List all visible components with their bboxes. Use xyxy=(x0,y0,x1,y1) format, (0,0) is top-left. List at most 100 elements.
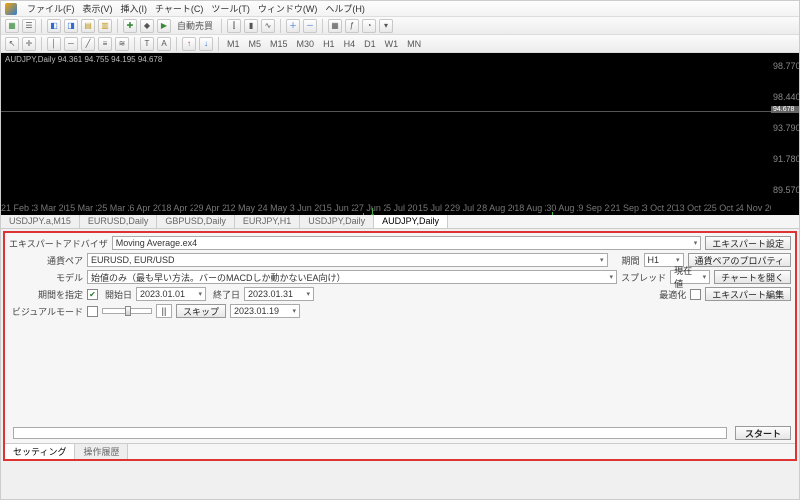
ylabel: 98.770 xyxy=(773,61,797,71)
new-chart-icon[interactable]: ▦ xyxy=(5,19,19,33)
trendline-icon[interactable]: ╱ xyxy=(81,37,95,51)
hline-icon[interactable]: ─ xyxy=(64,37,78,51)
periods-icon[interactable]: ◔ xyxy=(362,19,376,33)
chart-tab[interactable]: EURUSD,Daily xyxy=(80,215,158,228)
skip-date-input[interactable]: 2023.01.19 xyxy=(230,304,300,318)
tf-m5[interactable]: M5 xyxy=(246,39,265,49)
fibo-icon[interactable]: ≋ xyxy=(115,37,129,51)
autotrade-label: 自動売買 xyxy=(174,19,216,32)
menu-chart[interactable]: チャート(C) xyxy=(155,2,203,15)
daterange-label: 期間を指定 xyxy=(9,288,83,301)
expert-edit-button[interactable]: エキスパート編集 xyxy=(705,287,791,301)
tester-icon[interactable]: ▥ xyxy=(98,19,112,33)
menu-help[interactable]: ヘルプ(H) xyxy=(325,2,365,15)
skip-button[interactable]: スキップ xyxy=(176,304,226,318)
progress-bar xyxy=(13,427,727,439)
to-date-input[interactable]: 2023.01.31 xyxy=(244,287,314,301)
indicators-icon[interactable]: ƒ xyxy=(345,19,359,33)
daterange-checkbox[interactable]: ✔ xyxy=(87,289,98,300)
open-chart-button[interactable]: チャートを開く xyxy=(714,270,791,284)
arrow-down-icon[interactable]: ↓ xyxy=(199,37,213,51)
toolbar-main: ▦ ☰ ◧ ◨ ▤ ▥ ✚ ◆ ▶ 自動売買 ⫿ ▮ ∿ ＋ － ▦ ƒ ◔ ▾ xyxy=(1,17,799,35)
toolbar-draw: ↖ ✛ │ ─ ╱ ≡ ≋ T A ↑ ↓ M1 M5 M15 M30 H1 H… xyxy=(1,35,799,53)
vline-icon[interactable]: │ xyxy=(47,37,61,51)
label-icon[interactable]: A xyxy=(157,37,171,51)
line-chart-icon[interactable]: ∿ xyxy=(261,19,275,33)
model-combo[interactable]: 始値のみ（最も早い方法。バーのMACDしか動かないEA向け） xyxy=(87,270,617,284)
templates-icon[interactable]: ▾ xyxy=(379,19,393,33)
menu-bar: ファイル(F) 表示(V) 挿入(I) チャート(C) ツール(T) ウィンドウ… xyxy=(1,1,799,17)
ylabel: 89.570 xyxy=(773,185,797,195)
pair-label: 通貨ペア xyxy=(9,254,83,267)
bar-chart-icon[interactable]: ⫿ xyxy=(227,19,241,33)
menu-window[interactable]: ウィンドウ(W) xyxy=(258,2,318,15)
x-axis: 21 Feb 20223 Mar 202215 Mar 202225 Mar 2… xyxy=(1,203,771,215)
optimize-label: 最適化 xyxy=(626,288,686,301)
from-label: 開始日 xyxy=(102,288,132,301)
ylabel: 98.440 xyxy=(773,92,797,102)
price-line xyxy=(1,111,771,112)
speed-value: || xyxy=(156,304,172,318)
candles-canvas xyxy=(1,61,771,203)
chart-title: AUDJPY,Daily 94.361 94.755 94.195 94.678 xyxy=(5,55,162,64)
tf-d1[interactable]: D1 xyxy=(361,39,379,49)
chart-tab-active[interactable]: AUDJPY,Daily xyxy=(374,215,448,228)
tester-tabs: セッティング 操作履歴 xyxy=(5,443,795,459)
arrow-up-icon[interactable]: ↑ xyxy=(182,37,196,51)
chart-tab[interactable]: EURJPY,H1 xyxy=(235,215,300,228)
tester-tab-journal[interactable]: 操作履歴 xyxy=(75,444,128,459)
spread-label: スプレッド xyxy=(621,271,666,284)
model-label: モデル xyxy=(9,271,83,284)
strategy-tester-panel: エキスパートアドバイザ Moving Average.ex4 エキスパート設定 … xyxy=(3,231,797,461)
menu-insert[interactable]: 挿入(I) xyxy=(121,2,148,15)
navigator-icon[interactable]: ◨ xyxy=(64,19,78,33)
tf-h4[interactable]: H4 xyxy=(341,39,359,49)
terminal-icon[interactable]: ▤ xyxy=(81,19,95,33)
metaquotes-icon[interactable]: ◆ xyxy=(140,19,154,33)
channel-icon[interactable]: ≡ xyxy=(98,37,112,51)
expert-settings-button[interactable]: エキスパート設定 xyxy=(705,236,791,250)
menu-view[interactable]: 表示(V) xyxy=(83,2,113,15)
chart-panel[interactable]: AUDJPY,Daily 94.361 94.755 94.195 94.678… xyxy=(1,53,799,215)
chart-tabs: USDJPY.a,M15 EURUSD,Daily GBPUSD,Daily E… xyxy=(1,215,799,229)
pair-properties-button[interactable]: 通貨ペアのプロパティ xyxy=(688,253,791,267)
tf-mn[interactable]: MN xyxy=(404,39,424,49)
menu-file[interactable]: ファイル(F) xyxy=(27,2,75,15)
tester-tab-settings[interactable]: セッティング xyxy=(5,444,75,459)
chart-tab[interactable]: GBPUSD,Daily xyxy=(157,215,235,228)
visual-mode-checkbox[interactable] xyxy=(87,306,98,317)
optimize-checkbox[interactable] xyxy=(690,289,701,300)
app-logo-icon xyxy=(5,3,17,15)
period-label: 期間 xyxy=(612,254,640,267)
candle-chart-icon[interactable]: ▮ xyxy=(244,19,258,33)
tf-h1[interactable]: H1 xyxy=(320,39,338,49)
zoom-in-icon[interactable]: ＋ xyxy=(286,19,300,33)
ylabel: 93.790 xyxy=(773,123,797,133)
expert-label: エキスパートアドバイザ xyxy=(9,237,108,250)
tf-m15[interactable]: M15 xyxy=(267,39,291,49)
spread-combo[interactable]: 現在値 xyxy=(670,270,710,284)
profiles-icon[interactable]: ☰ xyxy=(22,19,36,33)
expert-advisor-combo[interactable]: Moving Average.ex4 xyxy=(112,236,702,250)
speed-slider[interactable] xyxy=(102,308,152,314)
crosshair-icon[interactable]: ✛ xyxy=(22,37,36,51)
chart-tab[interactable]: USDJPY.a,M15 xyxy=(1,215,80,228)
tile-icon[interactable]: ▦ xyxy=(328,19,342,33)
tf-m30[interactable]: M30 xyxy=(294,39,318,49)
autotrade-toggle[interactable]: ▶ xyxy=(157,19,171,33)
symbol-combo[interactable]: EURUSD, EUR/USD xyxy=(87,253,608,267)
cursor-icon[interactable]: ↖ xyxy=(5,37,19,51)
tf-m1[interactable]: M1 xyxy=(224,39,243,49)
from-date-input[interactable]: 2023.01.01 xyxy=(136,287,206,301)
ylabel: 91.780 xyxy=(773,154,797,164)
chart-tab[interactable]: USDJPY,Daily xyxy=(300,215,374,228)
new-order-icon[interactable]: ✚ xyxy=(123,19,137,33)
tf-w1[interactable]: W1 xyxy=(382,39,402,49)
start-button[interactable]: スタート xyxy=(735,426,791,440)
zoom-out-icon[interactable]: － xyxy=(303,19,317,33)
market-watch-icon[interactable]: ◧ xyxy=(47,19,61,33)
menu-tools[interactable]: ツール(T) xyxy=(211,2,250,15)
to-label: 終了日 xyxy=(210,288,240,301)
visual-label: ビジュアルモード xyxy=(9,305,83,318)
text-icon[interactable]: T xyxy=(140,37,154,51)
